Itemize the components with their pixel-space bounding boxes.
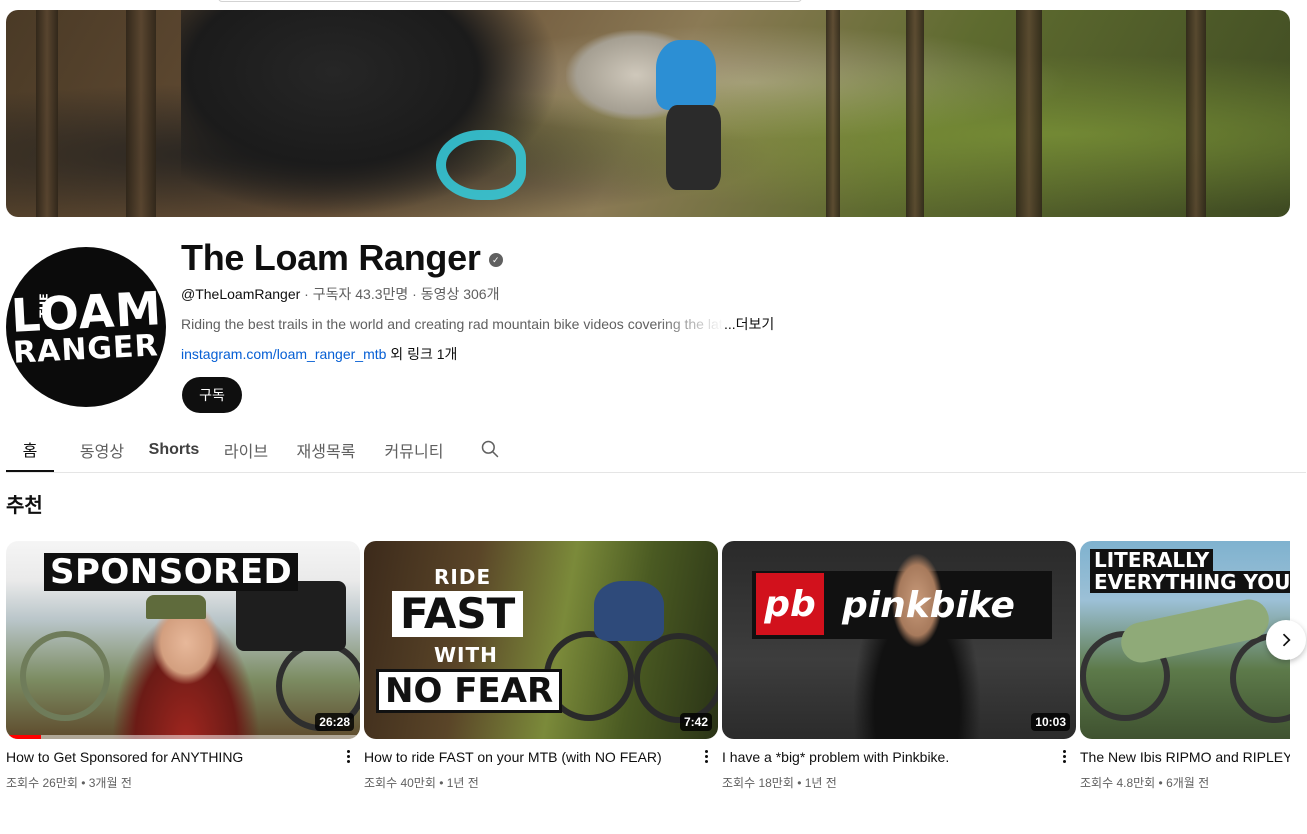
more-button[interactable]: ...더보기 bbox=[724, 315, 774, 333]
instagram-link[interactable]: instagram.com/loam_ranger_mtb bbox=[181, 346, 386, 362]
tab-videos[interactable]: 동영상 bbox=[76, 427, 128, 472]
video-title[interactable]: How to Get Sponsored for ANYTHING bbox=[6, 748, 332, 766]
thumbnail-text: NO FEAR bbox=[376, 669, 563, 713]
description-text: Riding the best trails in the world and … bbox=[181, 316, 723, 332]
tab-playlists[interactable]: 재생목록 bbox=[292, 427, 360, 472]
video-thumbnail[interactable]: pb pinkbike 10:03 bbox=[722, 541, 1076, 739]
chevron-right-icon[interactable] bbox=[1266, 620, 1306, 660]
thumbnail-text: EVERYTHING YOU A bbox=[1090, 571, 1290, 593]
thumbnail-text: SPONSORED bbox=[44, 553, 299, 591]
video-thumbnail[interactable]: SPONSORED 26:28 bbox=[6, 541, 360, 739]
search-icon[interactable] bbox=[480, 439, 500, 459]
video-thumbnail[interactable]: RIDE FAST WITH NO FEAR 7:42 bbox=[364, 541, 718, 739]
video-card[interactable]: RIDE FAST WITH NO FEAR 7:42 How to ride … bbox=[364, 541, 718, 791]
verified-check-icon: ✓ bbox=[488, 253, 503, 267]
video-title[interactable]: The New Ibis RIPMO and RIPLEY: bbox=[1080, 748, 1290, 766]
channel-handle: @TheLoamRanger bbox=[181, 286, 301, 302]
search-bar-edge[interactable] bbox=[218, 0, 802, 2]
section-title: 추천 bbox=[6, 495, 43, 517]
video-duration: 7:42 bbox=[679, 713, 712, 731]
channel-stats: · 구독자 43.3만명 · 동영상 306개 bbox=[300, 286, 500, 302]
video-meta: 조회수 26만회 • 3개월 전 bbox=[6, 776, 132, 790]
video-duration: 10:03 bbox=[1031, 713, 1070, 731]
video-meta: 조회수 18만회 • 1년 전 bbox=[722, 776, 837, 790]
video-card[interactable]: SPONSORED 26:28 How to Get Sponsored for… bbox=[6, 541, 360, 791]
watch-progress-bar bbox=[6, 735, 42, 739]
subscribe-button[interactable]: 구독 bbox=[182, 377, 242, 413]
channel-tabs: 홈 동영상 Shorts 라이브 재생목록 커뮤니티 bbox=[6, 427, 1306, 473]
video-duration: 26:28 bbox=[315, 713, 354, 731]
video-title[interactable]: How to ride FAST on your MTB (with NO FE… bbox=[364, 748, 690, 766]
video-meta: 조회수 4.8만회 • 6개월 전 bbox=[1080, 776, 1210, 790]
more-links-button[interactable]: 외 링크 1개 bbox=[386, 346, 457, 362]
channel-links: instagram.com/loam_ranger_mtb 외 링크 1개 bbox=[181, 345, 457, 363]
tab-live[interactable]: 라이브 bbox=[220, 427, 272, 472]
video-thumbnail[interactable]: LITERALLY EVERYTHING YOU A bbox=[1080, 541, 1290, 739]
tab-community[interactable]: 커뮤니티 bbox=[380, 427, 448, 472]
channel-meta: @TheLoamRanger · 구독자 43.3만명 · 동영상 306개 bbox=[181, 285, 499, 303]
tab-shorts[interactable]: Shorts bbox=[148, 427, 200, 472]
video-card[interactable]: pb pinkbike 10:03 I have a *big* problem… bbox=[722, 541, 1076, 791]
thumbnail-text: pinkbike bbox=[842, 585, 1015, 626]
video-title[interactable]: I have a *big* problem with Pinkbike. bbox=[722, 748, 1048, 766]
thumbnail-text: LITERALLY bbox=[1090, 549, 1214, 571]
more-vert-icon[interactable] bbox=[698, 746, 714, 766]
avatar-line-2: RANGER bbox=[12, 328, 160, 371]
thumbnail-text: FAST bbox=[392, 591, 524, 637]
video-meta: 조회수 40만회 • 1년 전 bbox=[364, 776, 479, 790]
channel-banner bbox=[6, 10, 1290, 217]
more-vert-icon[interactable] bbox=[340, 746, 356, 766]
video-card[interactable]: LITERALLY EVERYTHING YOU A The New Ibis … bbox=[1080, 541, 1290, 791]
pinkbike-logo: pb bbox=[756, 573, 824, 635]
thumbnail-text: WITH bbox=[434, 643, 498, 667]
channel-avatar[interactable]: THE LOAM RANGER bbox=[6, 247, 166, 407]
more-vert-icon[interactable] bbox=[1056, 746, 1072, 766]
channel-title: The Loam Ranger bbox=[181, 237, 481, 278]
thumbnail-text: RIDE bbox=[434, 565, 492, 589]
tab-home[interactable]: 홈 bbox=[6, 427, 54, 472]
channel-description[interactable]: Riding the best trails in the world and … bbox=[181, 315, 781, 333]
channel-name: The Loam Ranger ✓ bbox=[181, 236, 503, 280]
